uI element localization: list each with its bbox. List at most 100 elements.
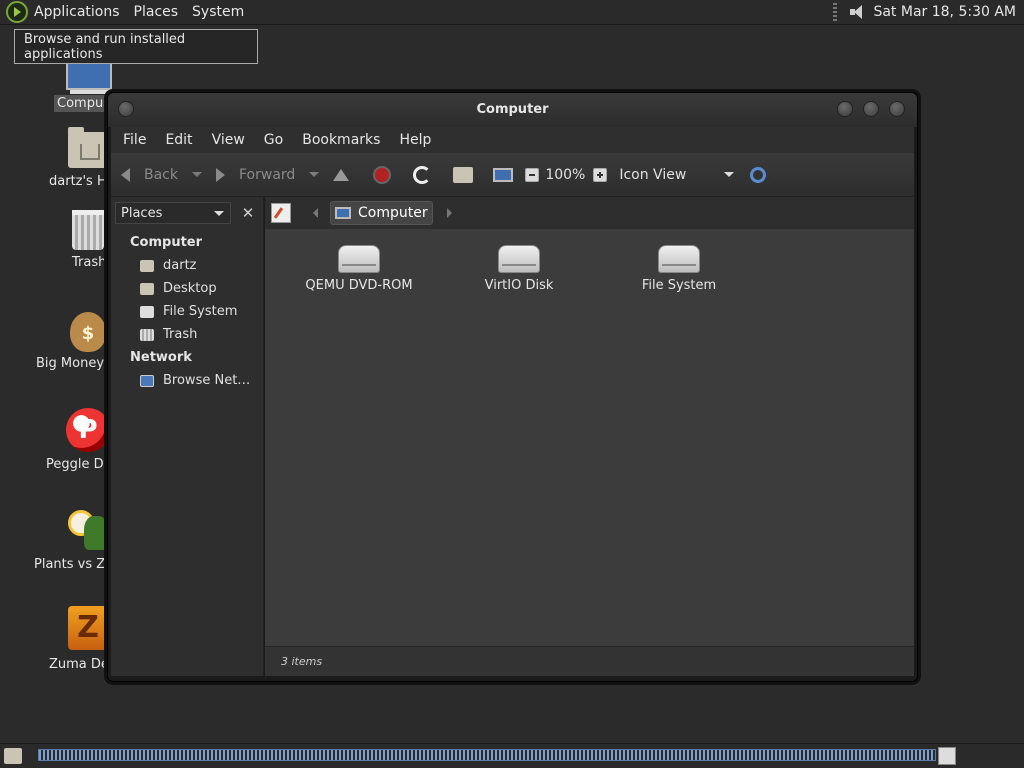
sidebar-item-label: Desktop: [163, 281, 217, 296]
menu-bookmarks[interactable]: Bookmarks: [302, 132, 380, 148]
minimize-button[interactable]: [837, 101, 853, 117]
search-button[interactable]: [750, 166, 767, 183]
sidebar-item-dartz[interactable]: dartz: [140, 258, 196, 273]
view-mode-value: Icon View: [619, 166, 687, 183]
location-bar: Computer: [265, 197, 914, 229]
network-icon: [140, 374, 154, 387]
stop-button[interactable]: [373, 165, 392, 184]
file-item-label: VirtIO Disk: [484, 278, 554, 293]
close-sidebar-icon[interactable]: ✕: [237, 202, 259, 224]
plants-icon: [66, 508, 110, 552]
home-folder-icon: [140, 259, 154, 272]
up-button[interactable]: [333, 168, 350, 181]
hard-drive-icon: [498, 245, 540, 273]
breadcrumb-computer[interactable]: Computer: [330, 201, 433, 225]
volume-icon[interactable]: [849, 4, 865, 20]
menu-edit[interactable]: Edit: [165, 132, 192, 148]
edit-location-icon[interactable]: [271, 203, 291, 223]
applications-tooltip: Browse and run installed applications: [14, 29, 258, 64]
maximize-button[interactable]: [863, 101, 879, 117]
desktop-folder-icon: [140, 282, 154, 295]
reload-icon: [413, 165, 432, 184]
computer-icon: [335, 207, 351, 219]
view-mode-select[interactable]: Icon View: [619, 166, 735, 183]
stop-icon: [373, 165, 392, 184]
zoom-in-icon: [593, 167, 608, 182]
workspace-switcher[interactable]: [938, 747, 956, 765]
home-folder-icon: [68, 127, 108, 168]
menu-view[interactable]: View: [212, 132, 245, 148]
close-button[interactable]: [889, 101, 905, 117]
zoom-out-icon: [525, 167, 540, 182]
file-item-file-system[interactable]: File System: [609, 245, 749, 293]
titlebar[interactable]: Computer: [108, 93, 917, 127]
sidebar-item-trash[interactable]: Trash: [140, 327, 197, 342]
path-scroll-right-icon[interactable]: [446, 208, 452, 218]
trash-icon: [140, 328, 154, 341]
window-title: Computer: [476, 102, 549, 117]
file-item-qemu-dvd-rom[interactable]: QEMU DVD-ROM: [289, 245, 429, 293]
panel-separator: [833, 3, 838, 21]
sidebar-item-desktop[interactable]: Desktop: [140, 281, 217, 296]
file-item-virtio-disk[interactable]: VirtIO Disk: [449, 245, 589, 293]
menu-applications[interactable]: Applications: [34, 4, 120, 20]
back-arrow-icon: [121, 167, 130, 182]
menu-system[interactable]: System: [192, 4, 244, 20]
reload-button[interactable]: [413, 165, 432, 184]
back-button[interactable]: Back: [121, 167, 202, 183]
distro-logo-icon[interactable]: [6, 1, 28, 23]
back-history-dropdown-icon[interactable]: [192, 172, 202, 177]
bottom-panel: [0, 743, 1024, 768]
home-icon: [453, 166, 474, 183]
sidebar-section-computer: Computer: [130, 235, 203, 250]
sidebar: Places ✕ Computer dartz Desktop File Sys…: [111, 197, 264, 676]
top-panel: Applications Places System Sat Mar 18, 5…: [0, 0, 1024, 25]
computer-icon-stand: [70, 90, 110, 94]
sidebar-item-label: Trash: [163, 327, 198, 342]
zoom-level[interactable]: 100%: [545, 167, 585, 183]
computer-button[interactable]: [493, 167, 514, 182]
clock[interactable]: Sat Mar 18, 5:30 AM: [873, 4, 1016, 20]
trash-icon: [72, 210, 104, 250]
status-bar: 3 items: [265, 646, 914, 676]
search-icon: [750, 166, 767, 183]
show-desktop-icon[interactable]: [4, 748, 22, 764]
computer-icon[interactable]: [66, 64, 112, 90]
window-list[interactable]: [38, 749, 936, 761]
zoom-in-button[interactable]: [593, 167, 608, 182]
file-view[interactable]: QEMU DVD-ROM VirtIO Disk File System: [265, 229, 914, 646]
breadcrumb-label: Computer: [358, 205, 428, 221]
menu-go[interactable]: Go: [264, 132, 283, 148]
chevron-down-icon: [724, 172, 735, 177]
sidebar-item-file-system[interactable]: File System: [140, 304, 237, 319]
sidebar-section-network: Network: [130, 350, 192, 365]
zoom-out-button[interactable]: [525, 167, 540, 182]
forward-label: Forward: [239, 166, 296, 183]
file-manager-window: Computer File Edit View Go Bookmarks Hel…: [107, 92, 918, 682]
toolbar: Back Forward 100% Icon View: [111, 153, 914, 197]
zuma-icon: Z: [68, 606, 108, 650]
desktop-icon-label: Compu: [54, 95, 107, 112]
computer-icon: [493, 167, 514, 182]
sidebar-item-browse-network[interactable]: Browse Net…: [140, 373, 250, 388]
menu-places[interactable]: Places: [134, 4, 179, 20]
path-scroll-left-icon[interactable]: [313, 208, 318, 218]
file-item-label: QEMU DVD-ROM: [305, 278, 413, 293]
file-item-label: File System: [641, 278, 717, 293]
home-button[interactable]: [453, 166, 474, 183]
forward-button[interactable]: Forward: [216, 166, 320, 183]
up-arrow-icon: [333, 168, 350, 181]
optical-drive-icon: [338, 245, 380, 273]
peggle-icon: P: [66, 408, 110, 452]
menu-help[interactable]: Help: [399, 132, 431, 148]
back-label: Back: [144, 166, 178, 183]
sidebar-type-select[interactable]: Places: [115, 202, 231, 224]
forward-history-dropdown-icon[interactable]: [309, 172, 320, 177]
forward-arrow-icon: [216, 167, 225, 182]
money-bag-icon: $: [70, 312, 106, 352]
file-system-icon: [140, 305, 154, 318]
menu-file[interactable]: File: [123, 132, 146, 148]
desktop-icon-computer[interactable]: Compu: [32, 95, 112, 112]
sidebar-item-label: Browse Net…: [163, 373, 251, 388]
hard-drive-icon: [658, 245, 700, 273]
